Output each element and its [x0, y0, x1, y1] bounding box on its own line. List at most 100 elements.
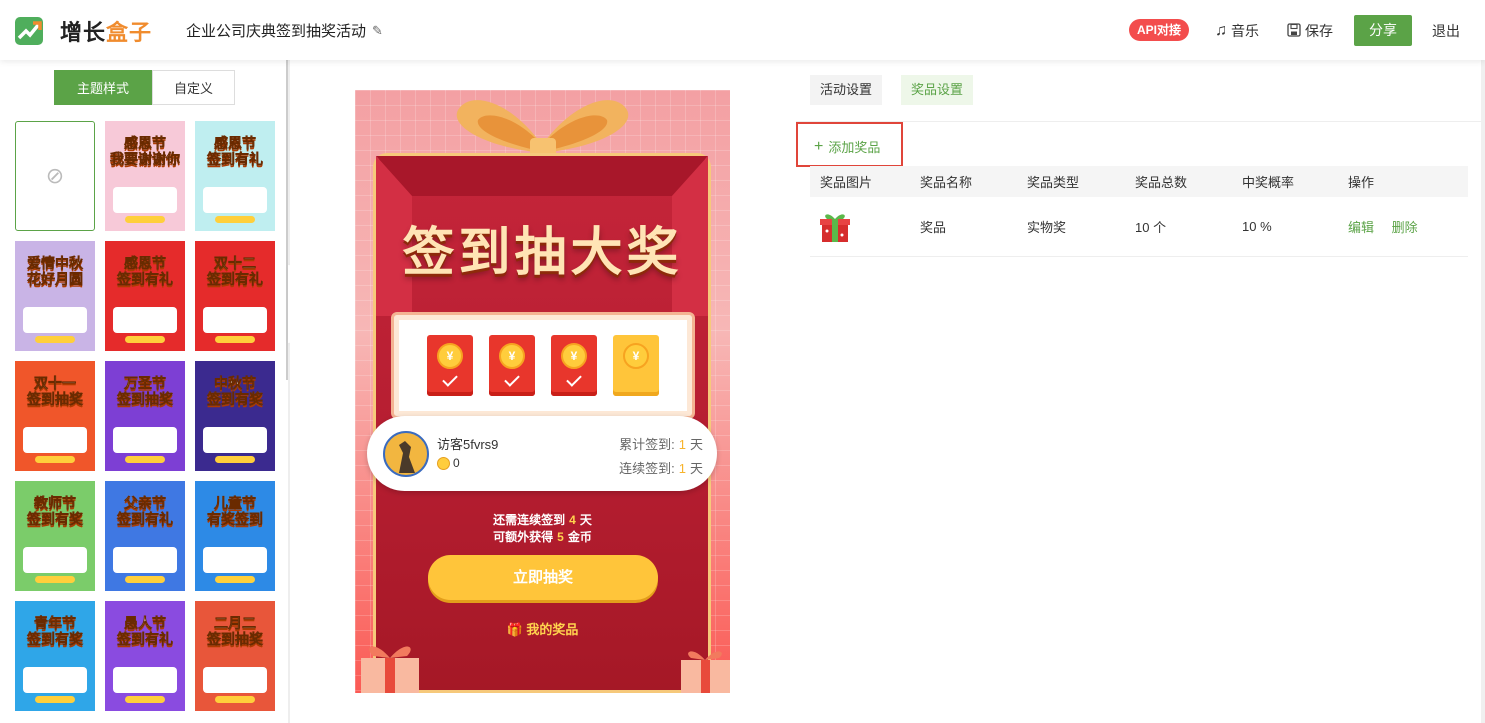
floppy-disk-icon — [1287, 22, 1301, 40]
add-prize-button[interactable]: + 添加奖品 — [814, 137, 880, 156]
streak-checkin-label: 连续签到: — [619, 461, 675, 476]
total-checkin-label: 累计签到: — [619, 437, 675, 452]
thumbnail-user-card — [113, 187, 177, 213]
thumbnail-user-card — [113, 547, 177, 573]
thumbnail-draw-pill — [125, 696, 165, 703]
my-prize-label: 我的奖品 — [526, 622, 579, 637]
theme-thumbnail-title: 青年节 签到有奖 — [27, 615, 84, 648]
thumbnail-draw-pill — [125, 456, 165, 463]
thumbnail-user-card — [203, 187, 267, 213]
exit-button[interactable]: 退出 — [1432, 21, 1460, 41]
save-button[interactable]: 保存 — [1287, 21, 1333, 41]
theme-thumbnail-title: 感恩节 签到有礼 — [117, 255, 174, 288]
tab-activity-settings[interactable]: 活动设置 — [810, 75, 883, 105]
logo[interactable]: 增长盒子 — [14, 15, 152, 47]
tab-theme-style[interactable]: 主题样式 — [54, 70, 152, 105]
thumbnail-user-card — [23, 307, 87, 333]
theme-thumbnail[interactable]: 感恩节 签到有礼 — [105, 241, 185, 351]
music-label: 音乐 — [1231, 23, 1259, 39]
user-coin-count: 0 — [437, 456, 460, 470]
theme-thumbnail[interactable]: 万圣节 签到抽奖 — [105, 361, 185, 471]
theme-thumbnail-title: 万圣节 签到抽奖 — [117, 375, 174, 408]
theme-thumbnail-none[interactable]: ⊘ — [15, 121, 95, 231]
theme-thumbnail-title: 爱情中秋 花好月圆 — [27, 255, 84, 288]
thumbnail-draw-pill — [125, 216, 165, 223]
my-prize-link[interactable]: 🎁 我的奖品 — [355, 619, 730, 638]
thumbnail-user-card — [23, 667, 87, 693]
prize-total: 10 个 — [1135, 220, 1167, 235]
col-total: 奖品总数 — [1135, 175, 1188, 190]
thumbnail-draw-pill — [215, 336, 255, 343]
tab-custom[interactable]: 自定义 — [152, 70, 235, 105]
theme-thumbnail[interactable]: 教师节 签到有奖 — [15, 481, 95, 591]
theme-thumbnail[interactable]: 父亲节 签到有礼 — [105, 481, 185, 591]
ribbon-bow-icon — [456, 100, 629, 158]
thumbnail-user-card — [23, 547, 87, 573]
delete-button[interactable]: 删除 — [1392, 220, 1418, 235]
thumbnail-draw-pill — [215, 456, 255, 463]
thumbnail-user-card — [23, 427, 87, 453]
edit-pencil-icon[interactable]: ✎ — [372, 23, 383, 39]
tab-prize-settings[interactable]: 奖品设置 — [901, 75, 974, 105]
total-checkin-value: 1 — [678, 437, 686, 452]
main-title: 签到抽大奖 — [402, 224, 683, 282]
theme-thumbnail[interactable]: 双十一 签到抽奖 — [15, 361, 95, 471]
user-avatar — [383, 431, 429, 477]
thumbnail-draw-pill — [35, 576, 75, 583]
prize-type: 实物奖 — [1027, 220, 1067, 235]
thumbnail-draw-pill — [35, 456, 75, 463]
theme-thumbnail-title: 感恩节 签到有礼 — [207, 135, 264, 168]
plus-icon: + — [814, 137, 824, 155]
edit-button[interactable]: 编辑 — [1348, 220, 1374, 235]
theme-tab-group: 主题样式 自定义 — [54, 70, 235, 105]
top-bar: 增长盒子 企业公司庆典签到抽奖活动 ✎ API对接 ♫ 音乐 保存 分享 退出 — [0, 0, 1485, 60]
theme-thumbnail[interactable]: 愚人节 签到有礼 — [105, 601, 185, 711]
coin-value: 0 — [453, 456, 460, 470]
settings-panel: 活动设置 奖品设置 + 添加奖品 奖品图片 奖品名称 奖品类型 奖品总数 中奖概率… — [796, 60, 1485, 723]
theme-thumbnail-title: 父亲节 签到有礼 — [117, 495, 174, 528]
col-image: 奖品图片 — [820, 175, 873, 190]
right-scrollbar[interactable] — [1481, 60, 1485, 723]
gift-box-left-decoration — [361, 646, 419, 693]
user-name: 访客5fvrs9 — [437, 437, 499, 452]
streak-checkin-value: 1 — [678, 461, 686, 476]
logo-icon — [14, 16, 44, 46]
col-probability: 中奖概率 — [1242, 175, 1295, 190]
no-theme-icon: ⊘ — [45, 163, 65, 188]
theme-thumbnail[interactable]: 儿童节 有奖签到 — [195, 481, 275, 591]
col-name: 奖品名称 — [920, 175, 973, 190]
table-row: 奖品 实物奖 10 个 10 % 编辑 删除 — [810, 197, 1468, 257]
extra-suffix: 金币 — [567, 530, 592, 544]
checkmark-icon — [442, 371, 458, 387]
thumbnail-draw-pill — [35, 696, 75, 703]
activity-title[interactable]: 企业公司庆典签到抽奖活动 ✎ — [186, 20, 383, 41]
api-badge[interactable]: API对接 — [1129, 19, 1190, 41]
draw-now-button[interactable]: 立即抽奖 — [428, 555, 658, 600]
theme-thumbnail[interactable]: 中秋节 签到有奖 — [195, 361, 275, 471]
theme-thumbnail[interactable]: 爱情中秋 花好月圆 — [15, 241, 95, 351]
yuan-coin-icon: ¥ — [561, 343, 587, 369]
thumbnail-draw-pill — [215, 216, 255, 223]
thumbnail-user-card — [113, 427, 177, 453]
share-button[interactable]: 分享 — [1354, 15, 1412, 46]
theme-thumbnail-title: 中秋节 签到有奖 — [207, 375, 264, 408]
theme-thumbnail[interactable]: 双十二 签到有礼 — [195, 241, 275, 351]
thumbnail-user-card — [203, 547, 267, 573]
settings-tabs: 活动设置 奖品设置 — [810, 75, 974, 105]
logo-text: 增长盒子 — [60, 20, 153, 45]
total-checkin-unit: 天 — [689, 437, 703, 452]
thumbnail-user-card — [203, 307, 267, 333]
gift-box-icon — [820, 211, 850, 243]
theme-thumbnail-title: 双十二 签到有礼 — [207, 255, 264, 288]
checkmark-icon — [566, 371, 582, 387]
theme-thumbnail[interactable]: 青年节 签到有奖 — [15, 601, 95, 711]
coin-icon — [437, 456, 450, 470]
music-button[interactable]: ♫ 音乐 — [1215, 21, 1259, 41]
total-checkin-stat: 累计签到: 1 天 — [619, 434, 703, 453]
theme-thumbnail[interactable]: 感恩节 我要谢谢你 — [105, 121, 185, 231]
theme-thumbnail-title: 儿童节 有奖签到 — [207, 495, 264, 528]
thumbnail-draw-pill — [125, 336, 165, 343]
music-note-icon: ♫ — [1215, 22, 1227, 39]
theme-thumbnail[interactable]: 二月二 签到抽奖 — [195, 601, 275, 711]
theme-thumbnail[interactable]: 感恩节 签到有礼 — [195, 121, 275, 231]
